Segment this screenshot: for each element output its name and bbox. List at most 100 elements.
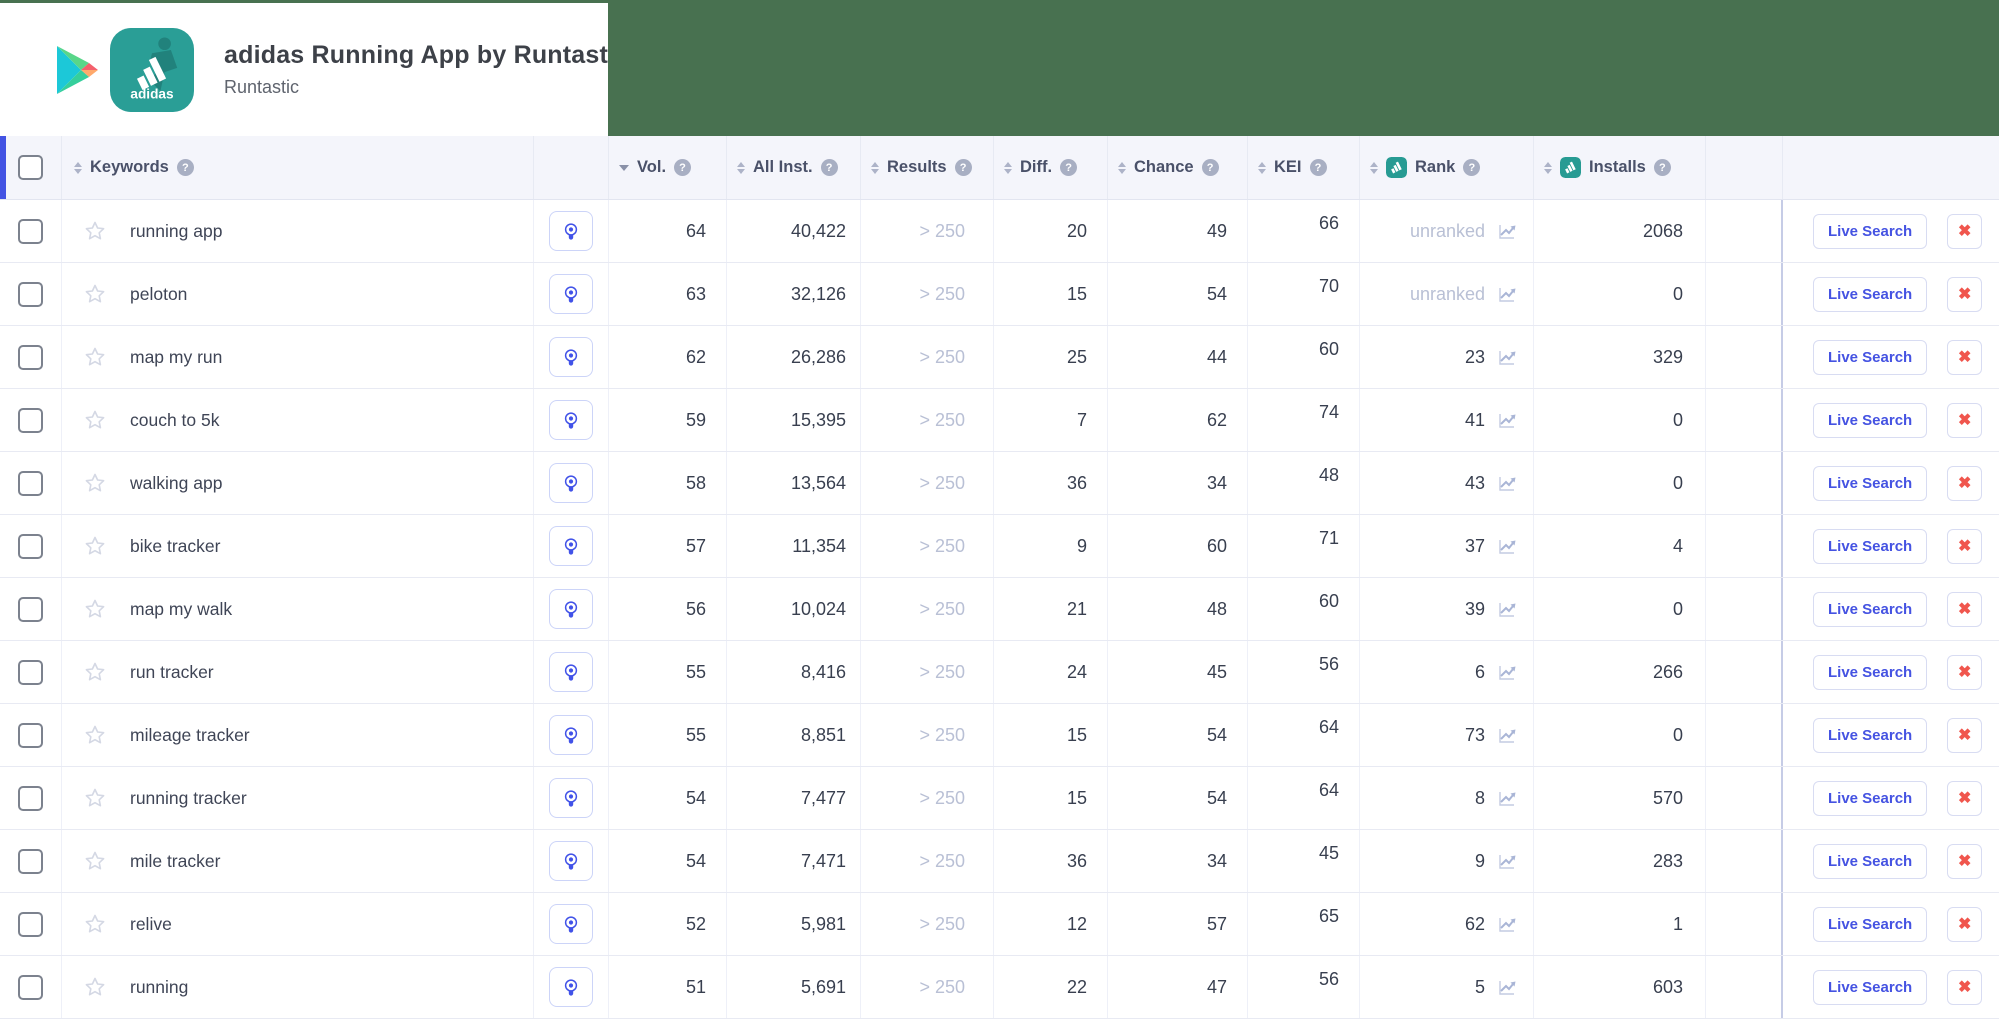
row-checkbox[interactable] xyxy=(18,407,43,433)
remove-keyword-button[interactable]: ✖ xyxy=(1947,843,1983,879)
favorite-star-icon[interactable] xyxy=(85,284,105,304)
remove-keyword-button[interactable]: ✖ xyxy=(1947,402,1983,438)
col-header-vol[interactable]: Vol. ? xyxy=(609,136,727,199)
rank-history-chart-icon[interactable] xyxy=(1497,474,1517,493)
col-header-all-inst[interactable]: All Inst. ? xyxy=(727,136,861,199)
sort-icon[interactable] xyxy=(1258,161,1266,174)
suggestion-bulb-button[interactable] xyxy=(549,589,593,629)
row-checkbox[interactable] xyxy=(18,281,43,307)
help-icon[interactable]: ? xyxy=(1060,159,1078,176)
sort-icon[interactable] xyxy=(1544,161,1552,174)
row-checkbox[interactable] xyxy=(18,470,43,496)
live-search-button[interactable]: Live Search xyxy=(1813,213,1928,249)
col-header-kei[interactable]: KEI ? xyxy=(1248,136,1360,199)
rank-history-chart-icon[interactable] xyxy=(1497,726,1517,745)
help-icon[interactable]: ? xyxy=(176,159,194,176)
remove-keyword-button[interactable]: ✖ xyxy=(1947,465,1983,501)
rank-history-chart-icon[interactable] xyxy=(1497,537,1517,556)
favorite-star-icon[interactable] xyxy=(85,788,105,808)
remove-keyword-button[interactable]: ✖ xyxy=(1947,717,1983,753)
row-checkbox[interactable] xyxy=(18,596,43,622)
col-header-installs[interactable]: Installs ? xyxy=(1534,136,1706,199)
live-search-button[interactable]: Live Search xyxy=(1813,339,1928,375)
remove-keyword-button[interactable]: ✖ xyxy=(1947,528,1983,564)
live-search-button[interactable]: Live Search xyxy=(1813,402,1928,438)
help-icon[interactable]: ? xyxy=(1201,159,1219,176)
help-icon[interactable]: ? xyxy=(1653,159,1671,176)
live-search-button[interactable]: Live Search xyxy=(1813,591,1928,627)
help-icon[interactable]: ? xyxy=(674,159,692,176)
rank-history-chart-icon[interactable] xyxy=(1497,285,1517,304)
live-search-button[interactable]: Live Search xyxy=(1813,717,1928,753)
suggestion-bulb-button[interactable] xyxy=(549,967,593,1007)
sort-icon[interactable] xyxy=(737,161,745,174)
live-search-button[interactable]: Live Search xyxy=(1813,276,1928,312)
favorite-star-icon[interactable] xyxy=(85,662,105,682)
favorite-star-icon[interactable] xyxy=(85,851,105,871)
row-checkbox[interactable] xyxy=(18,533,43,559)
sort-icon[interactable] xyxy=(1370,161,1378,174)
help-icon[interactable]: ? xyxy=(954,159,972,176)
favorite-star-icon[interactable] xyxy=(85,221,105,241)
remove-keyword-button[interactable]: ✖ xyxy=(1947,213,1983,249)
suggestion-bulb-button[interactable] xyxy=(549,715,593,755)
favorite-star-icon[interactable] xyxy=(85,977,105,997)
row-checkbox[interactable] xyxy=(18,911,43,937)
rank-history-chart-icon[interactable] xyxy=(1497,222,1517,241)
rank-history-chart-icon[interactable] xyxy=(1497,411,1517,430)
row-checkbox[interactable] xyxy=(18,344,43,370)
favorite-star-icon[interactable] xyxy=(85,347,105,367)
remove-keyword-button[interactable]: ✖ xyxy=(1947,591,1983,627)
live-search-button[interactable]: Live Search xyxy=(1813,528,1928,564)
col-header-rank[interactable]: Rank ? xyxy=(1360,136,1534,199)
suggestion-bulb-button[interactable] xyxy=(549,778,593,818)
favorite-star-icon[interactable] xyxy=(85,473,105,493)
row-checkbox[interactable] xyxy=(18,659,43,685)
suggestion-bulb-button[interactable] xyxy=(549,337,593,377)
favorite-star-icon[interactable] xyxy=(85,914,105,934)
live-search-button[interactable]: Live Search xyxy=(1813,843,1928,879)
help-icon[interactable]: ? xyxy=(1463,159,1481,176)
suggestion-bulb-button[interactable] xyxy=(549,526,593,566)
remove-keyword-button[interactable]: ✖ xyxy=(1947,906,1983,942)
favorite-star-icon[interactable] xyxy=(85,410,105,430)
rank-history-chart-icon[interactable] xyxy=(1497,663,1517,682)
rank-history-chart-icon[interactable] xyxy=(1497,852,1517,871)
suggestion-bulb-button[interactable] xyxy=(549,652,593,692)
rank-history-chart-icon[interactable] xyxy=(1497,978,1517,997)
live-search-button[interactable]: Live Search xyxy=(1813,969,1928,1005)
col-header-keywords[interactable]: Keywords ? xyxy=(62,136,534,199)
help-icon[interactable]: ? xyxy=(1309,159,1327,176)
col-header-diff[interactable]: Diff. ? xyxy=(994,136,1108,199)
remove-keyword-button[interactable]: ✖ xyxy=(1947,780,1983,816)
sort-icon[interactable] xyxy=(74,161,82,174)
suggestion-bulb-button[interactable] xyxy=(549,274,593,314)
favorite-star-icon[interactable] xyxy=(85,599,105,619)
row-checkbox[interactable] xyxy=(18,785,43,811)
sort-desc-icon[interactable] xyxy=(619,164,629,171)
row-checkbox[interactable] xyxy=(18,722,43,748)
remove-keyword-button[interactable]: ✖ xyxy=(1947,654,1983,690)
col-header-results[interactable]: Results ? xyxy=(861,136,994,199)
rank-history-chart-icon[interactable] xyxy=(1497,789,1517,808)
live-search-button[interactable]: Live Search xyxy=(1813,654,1928,690)
suggestion-bulb-button[interactable] xyxy=(549,463,593,503)
help-icon[interactable]: ? xyxy=(820,159,838,176)
sort-icon[interactable] xyxy=(871,161,879,174)
rank-history-chart-icon[interactable] xyxy=(1497,600,1517,619)
suggestion-bulb-button[interactable] xyxy=(549,400,593,440)
row-checkbox[interactable] xyxy=(18,218,43,244)
remove-keyword-button[interactable]: ✖ xyxy=(1947,969,1983,1005)
favorite-star-icon[interactable] xyxy=(85,725,105,745)
rank-history-chart-icon[interactable] xyxy=(1497,915,1517,934)
row-checkbox[interactable] xyxy=(18,974,43,1000)
sort-icon[interactable] xyxy=(1118,161,1126,174)
rank-history-chart-icon[interactable] xyxy=(1497,348,1517,367)
col-header-chance[interactable]: Chance ? xyxy=(1108,136,1248,199)
suggestion-bulb-button[interactable] xyxy=(549,841,593,881)
select-all-checkbox[interactable] xyxy=(18,155,43,180)
live-search-button[interactable]: Live Search xyxy=(1813,465,1928,501)
row-checkbox[interactable] xyxy=(18,848,43,874)
remove-keyword-button[interactable]: ✖ xyxy=(1947,276,1983,312)
suggestion-bulb-button[interactable] xyxy=(549,904,593,944)
